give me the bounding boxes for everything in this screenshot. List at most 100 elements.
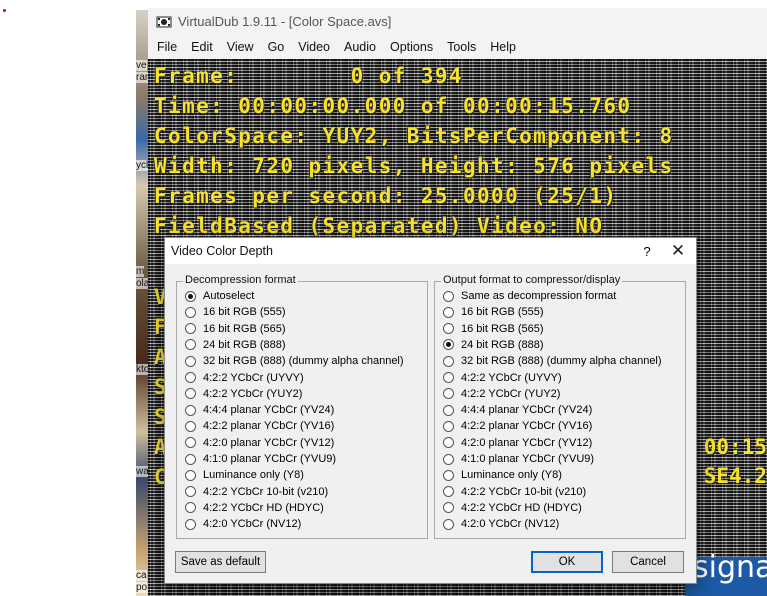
radio-button-icon[interactable] bbox=[443, 306, 454, 318]
radio-button-icon[interactable] bbox=[443, 518, 454, 530]
menu-help[interactable]: Help bbox=[483, 40, 523, 54]
output-option-label: 4:2:2 planar YCbCr (YV16) bbox=[461, 420, 593, 433]
output-option[interactable]: 16 bit RGB (555) bbox=[443, 304, 544, 320]
radio-button-icon[interactable] bbox=[185, 306, 196, 318]
menu-video[interactable]: Video bbox=[291, 40, 337, 54]
radio-button-icon[interactable] bbox=[443, 502, 454, 514]
overlay-fps-line: Frames per second: 25.0000 (25/1) bbox=[154, 184, 618, 208]
decompression-option[interactable]: 4:2:2 planar YCbCr (YV16) bbox=[185, 418, 334, 434]
radio-button-icon[interactable] bbox=[443, 453, 454, 465]
menu-view[interactable]: View bbox=[220, 40, 261, 54]
overlay-right-fragment: SE4.2 bbox=[703, 464, 767, 488]
radio-button-icon[interactable] bbox=[185, 502, 196, 514]
decompression-option[interactable]: 32 bit RGB (888) (dummy alpha channel) bbox=[185, 353, 404, 369]
output-option[interactable]: 4:2:2 YCbCr (UYVY) bbox=[443, 370, 562, 386]
desktop-fragment: ola bbox=[136, 278, 148, 289]
radio-button-icon[interactable] bbox=[443, 420, 454, 432]
overlay-colorspace-line: ColorSpace: YUY2, BitsPerComponent: 8 bbox=[154, 124, 674, 148]
output-option-label: 4:2:2 YCbCr (YUY2) bbox=[461, 387, 561, 400]
output-option[interactable]: 24 bit RGB (888) bbox=[443, 337, 544, 353]
output-option-label: 4:2:2 YCbCr HD (HDYC) bbox=[461, 501, 582, 514]
decompression-option[interactable]: 4:2:2 YCbCr HD (HDYC) bbox=[185, 500, 324, 516]
radio-button-icon[interactable] bbox=[185, 469, 196, 481]
menu-go[interactable]: Go bbox=[261, 40, 292, 54]
output-option[interactable]: Luminance only (Y8) bbox=[443, 467, 562, 483]
decompression-option-label: 4:2:2 planar YCbCr (YV16) bbox=[203, 420, 335, 433]
output-option[interactable]: 4:2:2 YCbCr 10-bit (v210) bbox=[443, 484, 586, 500]
output-option-label: 16 bit RGB (555) bbox=[461, 306, 544, 319]
decompression-option-label: 16 bit RGB (555) bbox=[203, 306, 286, 319]
radio-button-icon[interactable] bbox=[185, 518, 196, 530]
radio-button-icon[interactable] bbox=[185, 486, 196, 498]
radio-button-icon[interactable] bbox=[185, 437, 196, 449]
ok-button[interactable]: OK bbox=[531, 551, 603, 573]
radio-button-icon[interactable] bbox=[185, 388, 196, 400]
decompression-option[interactable]: 16 bit RGB (555) bbox=[185, 304, 286, 320]
output-option[interactable]: 4:2:2 YCbCr HD (HDYC) bbox=[443, 500, 582, 516]
output-option[interactable]: 4:2:0 YCbCr (NV12) bbox=[443, 516, 559, 532]
radio-button-icon[interactable] bbox=[185, 323, 196, 335]
help-icon[interactable]: ? bbox=[634, 244, 660, 259]
radio-button-icon[interactable] bbox=[443, 469, 454, 481]
radio-button-icon[interactable] bbox=[443, 355, 454, 367]
save-as-default-button[interactable]: Save as default bbox=[175, 551, 266, 573]
output-option[interactable]: 4:2:2 planar YCbCr (YV16) bbox=[443, 418, 592, 434]
cancel-button[interactable]: Cancel bbox=[612, 551, 684, 573]
decompression-option-label: 4:2:0 planar YCbCr (YV12) bbox=[203, 436, 335, 449]
decompression-option[interactable]: 16 bit RGB (565) bbox=[185, 321, 286, 337]
radio-button-icon[interactable] bbox=[443, 323, 454, 335]
output-option[interactable]: 4:2:2 YCbCr (YUY2) bbox=[443, 386, 560, 402]
decompression-option-label: 4:1:0 planar YCbCr (YVU9) bbox=[203, 453, 337, 465]
output-option[interactable]: 4:4:4 planar YCbCr (YV24) bbox=[443, 402, 592, 418]
output-option[interactable]: Same as decompression format bbox=[443, 288, 616, 304]
radio-button-icon[interactable] bbox=[443, 388, 454, 400]
radio-button-icon[interactable] bbox=[443, 372, 454, 383]
overlay-dimensions-line: Width: 720 pixels, Height: 576 pixels bbox=[154, 154, 674, 178]
menu-file[interactable]: File bbox=[150, 40, 184, 54]
virtualdub-app-icon[interactable] bbox=[156, 14, 172, 30]
decompression-option[interactable]: Luminance only (Y8) bbox=[185, 467, 304, 483]
radio-button-icon[interactable] bbox=[185, 290, 196, 302]
menu-options[interactable]: Options bbox=[383, 40, 440, 54]
output-option-label: 4:2:2 YCbCr (UYVY) bbox=[461, 371, 562, 384]
decompression-option[interactable]: 4:1:0 planar YCbCr (YVU9) bbox=[185, 451, 336, 467]
decompression-option[interactable]: 4:2:2 YCbCr (UYVY) bbox=[185, 370, 304, 386]
radio-button-icon[interactable] bbox=[185, 355, 196, 367]
decompression-option-label: Autoselect bbox=[203, 290, 255, 302]
radio-button-icon[interactable] bbox=[185, 404, 196, 416]
decompression-option[interactable]: 4:2:2 YCbCr (YUY2) bbox=[185, 386, 302, 402]
menu-tools[interactable]: Tools bbox=[440, 40, 483, 54]
decompression-option-label: 32 bit RGB (888) (dummy alpha channel) bbox=[203, 355, 404, 368]
output-option[interactable]: 4:2:0 planar YCbCr (YV12) bbox=[443, 435, 592, 451]
decompression-option[interactable]: 4:2:2 YCbCr 10-bit (v210) bbox=[185, 484, 328, 500]
radio-button-icon[interactable] bbox=[443, 437, 454, 449]
radio-button-icon[interactable] bbox=[443, 404, 454, 416]
desktop-fragment: wa bbox=[136, 466, 148, 477]
window-titlebar[interactable]: VirtualDub 1.9.11 - [Color Space.avs] bbox=[148, 8, 767, 35]
decompression-option[interactable]: 24 bit RGB (888) bbox=[185, 337, 286, 353]
decompression-format-label: Decompression format bbox=[183, 274, 298, 286]
radio-button-icon[interactable] bbox=[443, 290, 454, 302]
radio-button-icon[interactable] bbox=[185, 420, 196, 432]
output-option[interactable]: 4:1:0 planar YCbCr (YVU9) bbox=[443, 451, 594, 467]
radio-button-icon[interactable] bbox=[443, 339, 454, 351]
radio-button-icon[interactable] bbox=[185, 372, 196, 383]
decompression-option-label: 4:2:0 YCbCr (NV12) bbox=[203, 518, 302, 531]
output-option[interactable]: 32 bit RGB (888) (dummy alpha channel) bbox=[443, 353, 662, 369]
decompression-option[interactable]: 4:2:0 YCbCr (NV12) bbox=[185, 516, 301, 532]
decompression-option-label: 4:2:2 YCbCr 10-bit (v210) bbox=[203, 485, 329, 498]
desktop-background: ve ran ycl m ola ktop wa ca po bbox=[136, 10, 148, 596]
decompression-option-label: 24 bit RGB (888) bbox=[203, 338, 286, 351]
radio-button-icon[interactable] bbox=[185, 453, 196, 465]
desktop-fragment: ycl bbox=[136, 160, 148, 171]
dialog-titlebar[interactable]: Video Color Depth ? ✕ bbox=[165, 238, 696, 264]
menu-audio[interactable]: Audio bbox=[337, 40, 383, 54]
close-icon[interactable]: ✕ bbox=[660, 241, 696, 261]
radio-button-icon[interactable] bbox=[443, 486, 454, 498]
radio-button-icon[interactable] bbox=[185, 339, 196, 351]
decompression-option[interactable]: 4:4:4 planar YCbCr (YV24) bbox=[185, 402, 334, 418]
decompression-option[interactable]: Autoselect bbox=[185, 288, 254, 304]
decompression-option[interactable]: 4:2:0 planar YCbCr (YV12) bbox=[185, 435, 334, 451]
output-option[interactable]: 16 bit RGB (565) bbox=[443, 321, 544, 337]
menu-edit[interactable]: Edit bbox=[184, 40, 220, 54]
